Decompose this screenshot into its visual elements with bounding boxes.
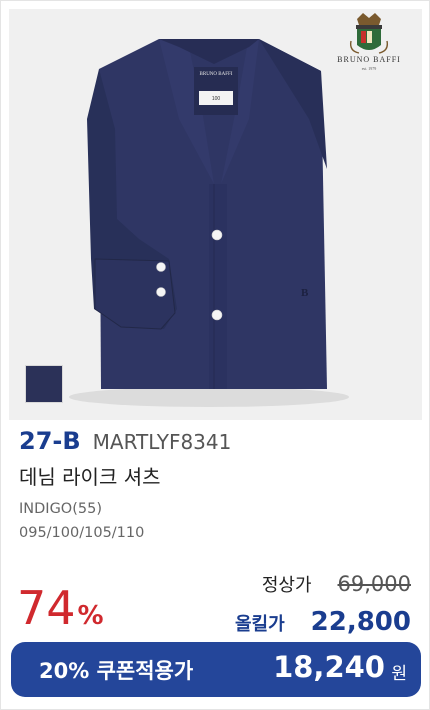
brand-since: est. 1979 <box>361 66 377 71</box>
sale-price-label: 올킬가 <box>234 614 285 635</box>
discount-value: 74 <box>17 581 76 635</box>
coupon-currency: 원 <box>391 664 407 684</box>
discount-unit: % <box>77 601 104 631</box>
product-model: MARTLYF8341 <box>92 430 232 454</box>
regular-price-label: 정상가 <box>261 575 312 596</box>
product-card[interactable]: BRUNO BAFFI 100 B BRUNO BAFFI est. 1979 … <box>0 0 430 710</box>
regular-price: 69,000 <box>337 572 411 596</box>
regular-price-row: 정상가 69,000 <box>262 571 411 597</box>
product-code-row: 27-B MARTLYF8341 <box>19 427 231 455</box>
collar-size-text: 100 <box>212 96 221 102</box>
discount-rate: 74 % <box>17 581 104 635</box>
svg-text:B: B <box>301 287 309 299</box>
sale-price: 22,800 <box>310 607 411 637</box>
sale-price-row: 올킬가 22,800 <box>235 607 411 637</box>
collar-label-text: BRUNO BAFFI <box>200 72 233 77</box>
coupon-price-banner[interactable]: 20% 쿠폰적용가 18,240 원 <box>11 642 421 697</box>
product-name[interactable]: 데님 라이크 셔츠 <box>19 461 161 490</box>
coupon-price: 18,240 <box>273 650 385 684</box>
product-code: 27-B <box>19 427 81 455</box>
brand-name: BRUNO BAFFI <box>337 55 401 64</box>
coupon-label: 20% 쿠폰적용가 <box>39 659 194 683</box>
color-swatch[interactable] <box>25 365 63 403</box>
product-sizes: 095/100/105/110 <box>19 525 145 541</box>
product-color: INDIGO(55) <box>19 501 102 517</box>
